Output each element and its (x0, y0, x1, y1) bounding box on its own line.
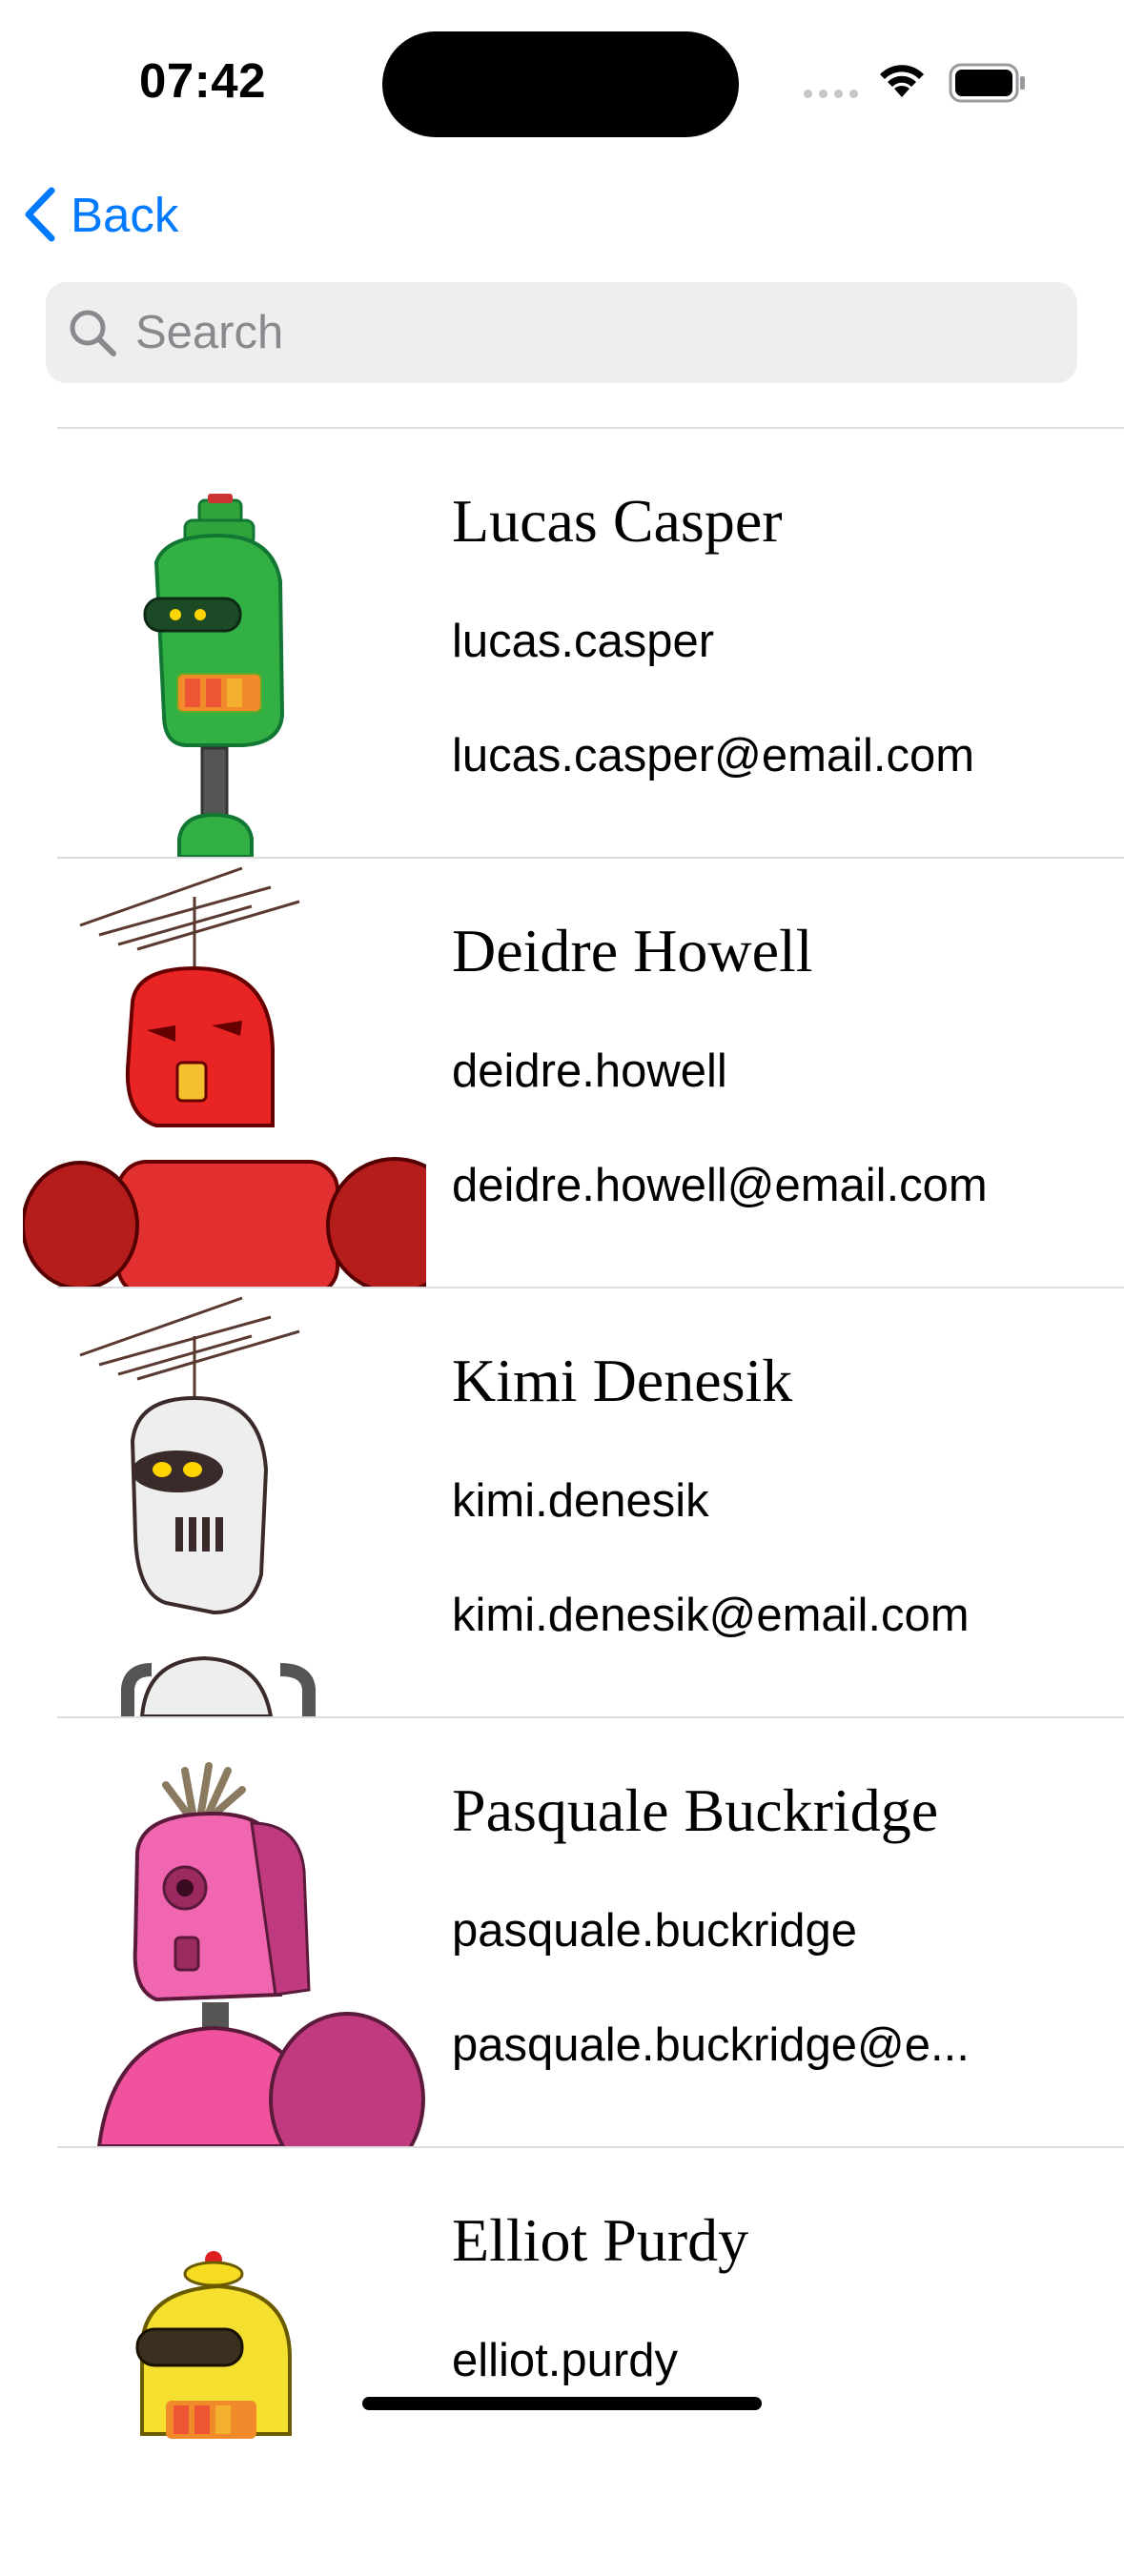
contact-name: Elliot Purdy (452, 2206, 749, 2274)
back-button[interactable]: Back (21, 186, 178, 243)
contact-username: pasquale.buckridge (452, 1905, 857, 1957)
contact-username: elliot.purdy (452, 2335, 678, 2386)
contact-email: kimi.denesik@email.com (452, 1590, 970, 1641)
contact-name: Kimi Denesik (452, 1347, 793, 1414)
contact-name: Pasquale Buckridge (452, 1776, 939, 1844)
contact-row[interactable]: Elliot Purdy elliot.purdy (57, 2146, 1124, 2576)
contact-row[interactable]: Kimi Denesik kimi.denesik kimi.denesik@e… (57, 1287, 1124, 1716)
contact-email: lucas.casper@email.com (452, 730, 975, 781)
battery-icon (949, 63, 1025, 103)
pink-robot-avatar (23, 1718, 426, 2146)
contact-username: deidre.howell (452, 1045, 727, 1097)
contact-row[interactable]: Lucas Casper lucas.casper lucas.casper@e… (57, 427, 1124, 857)
contact-username: kimi.denesik (452, 1475, 709, 1527)
yellow-robot-avatar (23, 2148, 426, 2576)
search-input[interactable] (135, 306, 993, 359)
contact-email: deidre.howell@email.com (452, 1160, 988, 1211)
contact-row[interactable]: Pasquale Buckridge pasquale.buckridge pa… (57, 1716, 1124, 2146)
contact-list: Lucas Casper lucas.casper lucas.casper@e… (0, 427, 1124, 2576)
search-icon (70, 310, 116, 356)
contact-row[interactable]: Deidre Howell deidre.howell deidre.howel… (23, 857, 1124, 1287)
contact-username: lucas.casper (452, 616, 715, 667)
cellular-signal-icon (804, 90, 858, 98)
green-robot-avatar (23, 429, 426, 857)
chevron-left-icon (25, 187, 55, 242)
back-label: Back (71, 187, 179, 242)
contact-name: Deidre Howell (452, 917, 813, 984)
white-robot-avatar (23, 1288, 426, 1716)
contact-name: Lucas Casper (452, 487, 783, 555)
wifi-icon (880, 65, 924, 97)
red-robot-avatar (23, 859, 426, 1287)
status-time: 07:42 (139, 53, 266, 108)
contact-email: pasquale.buckridge@e... (452, 2019, 970, 2071)
dynamic-island (382, 31, 739, 137)
home-indicator[interactable] (362, 2397, 762, 2410)
search-bar[interactable] (46, 282, 1077, 383)
